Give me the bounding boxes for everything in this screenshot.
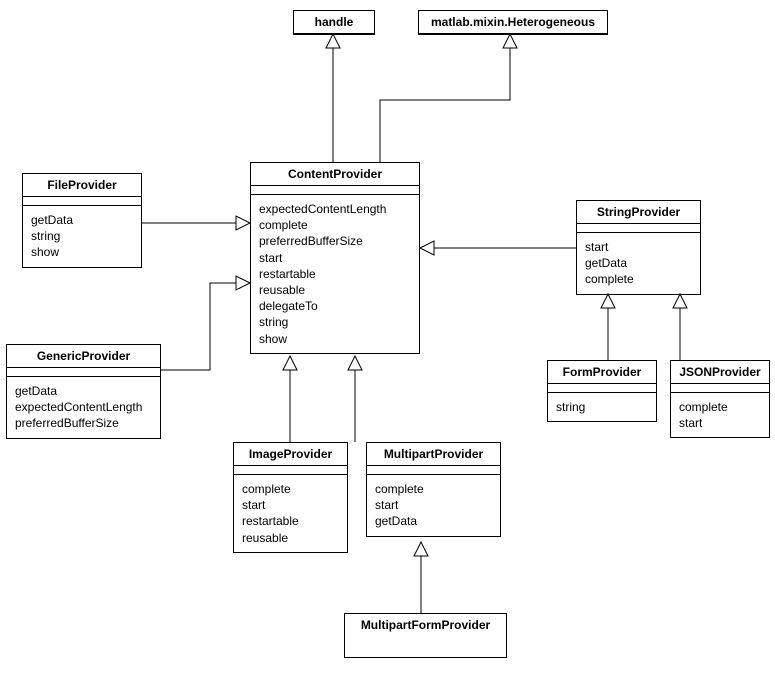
arrow-head — [673, 294, 687, 308]
class-op: complete — [259, 217, 411, 233]
class-ops: start getData complete — [577, 233, 700, 294]
class-title: ContentProvider — [251, 163, 419, 186]
class-title: StringProvider — [577, 201, 700, 224]
class-attrs — [577, 224, 700, 233]
class-attrs — [548, 384, 656, 393]
class-op: expectedContentLength — [259, 201, 411, 217]
class-attrs — [23, 197, 141, 206]
class-op: expectedContentLength — [15, 399, 152, 415]
class-op: start — [375, 497, 492, 513]
class-title: handle — [294, 11, 374, 34]
class-ops: complete start restartable reusable — [234, 475, 347, 552]
edge-genericprovider-contentprovider — [161, 283, 236, 370]
arrow-head — [414, 542, 428, 556]
class-op: show — [259, 331, 411, 347]
class-op: complete — [585, 271, 692, 287]
class-title: MultipartProvider — [367, 443, 500, 466]
class-op: reusable — [259, 282, 411, 298]
class-op: show — [31, 244, 133, 260]
class-op: start — [679, 415, 761, 431]
arrow-head — [326, 34, 340, 48]
class-multipart-provider: MultipartProvider complete start getData — [366, 442, 501, 537]
class-op: complete — [679, 399, 761, 415]
class-op: start — [259, 250, 411, 266]
arrow-head — [236, 216, 250, 230]
class-ops: expectedContentLength complete preferred… — [251, 195, 419, 353]
class-title: ImageProvider — [234, 443, 347, 466]
class-generic-provider: GenericProvider getData expectedContentL… — [6, 344, 161, 439]
class-op: preferredBufferSize — [15, 415, 152, 431]
class-op: getData — [31, 212, 133, 228]
class-image-provider: ImageProvider complete start restartable… — [233, 442, 348, 553]
class-op: start — [242, 497, 339, 513]
class-op: complete — [242, 481, 339, 497]
arrow-head — [236, 276, 250, 290]
class-op: complete — [375, 481, 492, 497]
class-attrs — [251, 186, 419, 195]
arrow-head — [348, 356, 362, 370]
edge-contentprovider-heterogeneous — [380, 48, 510, 162]
class-file-provider: FileProvider getData string show — [22, 173, 142, 268]
class-op: preferredBufferSize — [259, 233, 411, 249]
class-title: MultipartFormProvider — [345, 614, 506, 636]
class-string-provider: StringProvider start getData complete — [576, 200, 701, 295]
class-multipart-form-provider: MultipartFormProvider — [344, 613, 507, 658]
class-title: matlab.mixin.Heterogeneous — [419, 11, 607, 34]
arrow-head — [420, 241, 434, 255]
class-op: getData — [15, 383, 152, 399]
uml-class-diagram: { "classes": { "handle": { "name": "hand… — [0, 0, 775, 675]
class-op: start — [585, 239, 692, 255]
class-ops: getData string show — [23, 206, 141, 267]
class-title: FileProvider — [23, 174, 141, 197]
class-op: reusable — [242, 530, 339, 546]
class-ops: string — [548, 393, 656, 421]
class-ops: complete start getData — [367, 475, 500, 536]
class-op: restartable — [242, 513, 339, 529]
class-json-provider: JSONProvider complete start — [670, 360, 770, 438]
class-op: restartable — [259, 266, 411, 282]
class-title: JSONProvider — [671, 361, 769, 384]
class-heterogeneous: matlab.mixin.Heterogeneous — [418, 10, 608, 35]
class-op: getData — [375, 513, 492, 529]
arrow-head — [601, 294, 615, 308]
class-op: string — [259, 314, 411, 330]
class-ops: complete start — [671, 393, 769, 437]
arrow-head — [503, 34, 517, 48]
class-form-provider: FormProvider string — [547, 360, 657, 422]
class-op: string — [31, 228, 133, 244]
class-ops: getData expectedContentLength preferredB… — [7, 377, 160, 438]
class-op: getData — [585, 255, 692, 271]
class-handle: handle — [293, 10, 375, 35]
class-title: FormProvider — [548, 361, 656, 384]
class-attrs — [367, 466, 500, 475]
arrow-head — [283, 356, 297, 370]
class-op: string — [556, 399, 648, 415]
class-op: delegateTo — [259, 298, 411, 314]
class-attrs — [671, 384, 769, 393]
class-content-provider: ContentProvider expectedContentLength co… — [250, 162, 420, 354]
class-title: GenericProvider — [7, 345, 160, 368]
class-attrs — [234, 466, 347, 475]
class-attrs — [7, 368, 160, 377]
